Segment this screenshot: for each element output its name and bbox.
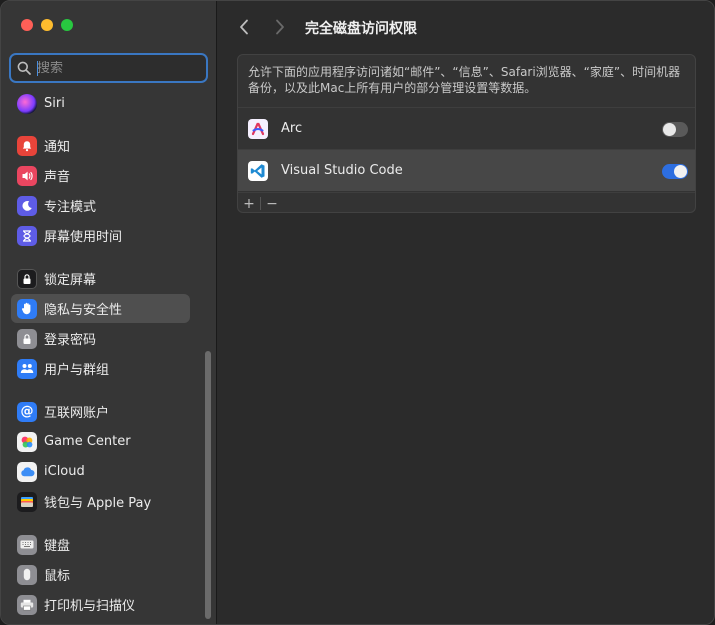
sidebar-item-mouse[interactable]: 鼠标 [11,560,190,589]
arc-access-toggle[interactable] [662,122,688,137]
app-row-vscode[interactable]: Visual Studio Code [238,149,695,191]
close-window-button[interactable] [21,19,33,31]
sidebar-item-internet-accounts[interactable]: @ 互联网账户 [11,397,190,426]
sidebar-item-label: 钱包与 Apple Pay [44,496,152,511]
moon-icon [17,195,37,216]
description-text: 允许下面的应用程序访问诸如“邮件”、“信息”、Safari浏览器、“家庭”、时间… [248,65,681,95]
sidebar-item-privacy-security[interactable]: 隐私与安全性 [11,294,190,323]
sidebar-item-label: 声音 [44,170,71,185]
sidebar-item-login-password[interactable]: 登录密码 [11,324,190,353]
text-caret [37,61,38,76]
hourglass-icon [17,225,37,246]
sidebar-item-icloud[interactable]: iCloud [11,457,190,486]
chevron-right-icon [276,19,284,35]
sidebar-scrollbar[interactable] [205,351,211,619]
users-icon [17,358,37,379]
sidebar-item-label: 隐私与安全性 [44,303,123,318]
page-title: 完全磁盘访问权限 [305,21,417,37]
add-app-button[interactable]: + [238,194,260,213]
sidebar-item-notifications[interactable]: 通知 [11,131,190,160]
sidebar-item-label: 用户与群组 [44,363,110,378]
sidebar-item-label: 键盘 [44,539,71,554]
zoom-window-button[interactable] [61,19,73,31]
toggle-knob [674,165,687,178]
sidebar-item-label: 专注模式 [44,200,97,215]
search-box[interactable] [9,53,208,83]
app-name: Visual Studio Code [281,163,403,178]
sidebar-item-label: 锁定屏幕 [44,273,97,288]
app-row-arc[interactable]: Arc [238,107,695,149]
mouse-icon [17,564,37,585]
sidebar-item-lock-screen[interactable]: 锁定屏幕 [11,264,190,293]
sidebar-item-label: iCloud [44,464,85,479]
sidebar-item-label: Game Center [44,434,131,449]
sidebar-item-label: 通知 [44,140,71,155]
app-name: Arc [281,121,303,136]
settings-window: Siri 通知 声音 专注模式 [0,0,715,625]
sidebar-item-siri[interactable]: Siri [11,89,190,118]
back-button[interactable] [234,17,254,37]
main-content: 完全磁盘访问权限 允许下面的应用程序访问诸如“邮件”、“信息”、Safari浏览… [218,1,714,624]
sidebar-item-label: 鼠标 [44,569,71,584]
siri-icon [17,93,37,114]
sidebar: Siri 通知 声音 专注模式 [1,1,217,624]
sidebar-item-screen-time[interactable]: 屏幕使用时间 [11,221,190,250]
arc-icon [248,118,268,139]
sidebar-item-users-groups[interactable]: 用户与群组 [11,354,190,383]
remove-app-button[interactable]: − [261,194,283,213]
sidebar-item-game-center[interactable]: Game Center [11,427,190,456]
toggle-knob [663,123,676,136]
chevron-left-icon [240,19,248,35]
bell-icon [17,135,37,156]
sidebar-item-label: Siri [44,96,65,111]
game-center-icon [17,431,37,452]
search-icon [17,61,31,75]
sidebar-item-printers[interactable]: 打印机与扫描仪 [11,590,190,619]
keyboard-icon [17,534,37,555]
vscode-icon [248,160,268,181]
search-input[interactable] [37,60,187,76]
sidebar-item-wallet[interactable]: 钱包与 Apple Pay [11,487,190,516]
sidebar-item-focus[interactable]: 专注模式 [11,191,190,220]
wallet-icon [17,491,37,512]
sidebar-item-label: 登录密码 [44,333,97,348]
sidebar-item-label: 互联网账户 [44,406,110,421]
window-controls [21,19,73,31]
forward-button[interactable] [270,17,290,37]
cloud-icon [17,461,37,482]
sidebar-item-sound[interactable]: 声音 [11,161,190,190]
sidebar-item-label: 打印机与扫描仪 [44,599,136,614]
minimize-window-button[interactable] [41,19,53,31]
full-disk-access-panel: 允许下面的应用程序访问诸如“邮件”、“信息”、Safari浏览器、“家庭”、时间… [237,54,696,213]
list-footer: + − [238,192,695,213]
sidebar-item-label: 屏幕使用时间 [44,230,123,245]
hand-icon [17,298,37,319]
lock-screen-icon [17,268,37,289]
speaker-icon [17,165,37,186]
vscode-access-toggle[interactable] [662,164,688,179]
sidebar-item-keyboard[interactable]: 键盘 [11,530,190,559]
padlock-icon [17,328,37,349]
printer-icon [17,594,37,615]
at-sign-icon: @ [17,401,37,422]
